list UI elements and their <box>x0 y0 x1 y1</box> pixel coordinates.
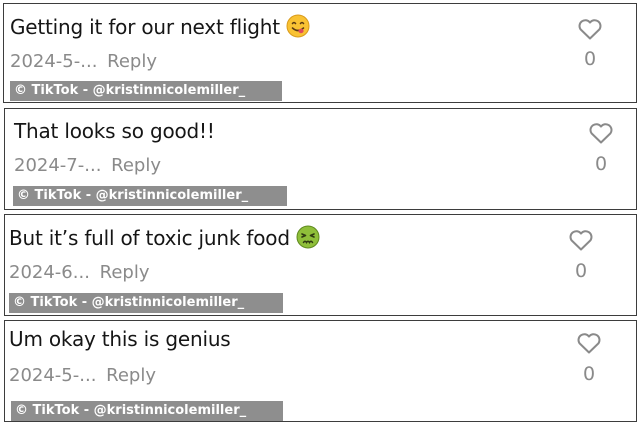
heart-outline-icon[interactable] <box>577 17 603 41</box>
comment-text: Um okay this is genius <box>9 327 231 351</box>
comment-date: 2024-5-... <box>9 365 97 386</box>
reply-button[interactable]: Reply <box>106 365 156 386</box>
comment-meta: 2024-7-... Reply <box>14 155 161 176</box>
comment-text: But it’s full of toxic junk food <box>9 225 320 250</box>
comment-body: Getting it for our next flight <box>10 15 280 39</box>
comment-card: That looks so good!! 2024-7-... Reply © … <box>4 108 637 210</box>
comment-date: 2024-7-... <box>14 155 102 176</box>
watermark: © TikTok - @kristinnicolemiller_ <box>10 81 282 101</box>
watermark: © TikTok - @kristinnicolemiller_ <box>13 186 287 206</box>
comment-card: But it’s full of toxic junk food 2024-6.… <box>4 214 637 316</box>
comment-text: That looks so good!! <box>14 119 215 143</box>
heart-outline-icon[interactable] <box>576 331 602 355</box>
comment-date: 2024-6... <box>9 262 90 283</box>
reply-button[interactable]: Reply <box>107 51 157 72</box>
like-count: 0 <box>574 260 588 282</box>
comment-body: But it’s full of toxic junk food <box>9 226 290 250</box>
like-count: 0 <box>582 363 596 385</box>
comment-card: Um okay this is genius 2024-5-... Reply … <box>4 320 637 422</box>
yum-face-icon <box>286 14 310 38</box>
watermark: © TikTok - @kristinnicolemiller_ <box>11 401 283 421</box>
comment-text: Getting it for our next flight <box>10 14 310 39</box>
watermark: © TikTok - @kristinnicolemiller_ <box>9 293 283 313</box>
nauseated-face-icon <box>296 225 320 249</box>
heart-outline-icon[interactable] <box>588 121 614 145</box>
comment-card: Getting it for our next flight 2024-5-..… <box>3 3 637 103</box>
like-count: 0 <box>594 153 608 175</box>
heart-outline-icon[interactable] <box>568 228 594 252</box>
comment-body: Um okay this is genius <box>9 327 231 351</box>
comment-meta: 2024-6... Reply <box>9 262 150 283</box>
comment-meta: 2024-5-... Reply <box>10 51 157 72</box>
comment-meta: 2024-5-... Reply <box>9 365 156 386</box>
reply-button[interactable]: Reply <box>111 155 161 176</box>
like-count: 0 <box>583 48 597 70</box>
comment-date: 2024-5-... <box>10 51 98 72</box>
comment-body: That looks so good!! <box>14 119 215 143</box>
reply-button[interactable]: Reply <box>100 262 150 283</box>
